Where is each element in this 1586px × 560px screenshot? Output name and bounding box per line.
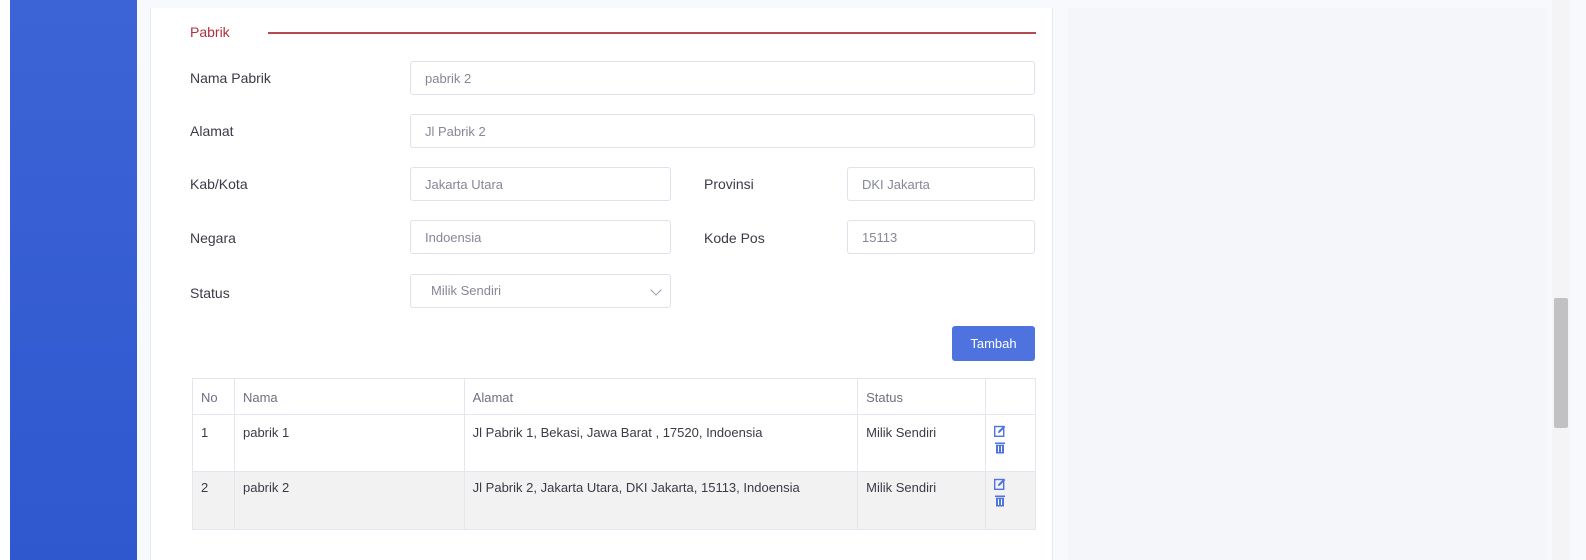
cell-actions <box>985 471 1036 530</box>
edit-icon[interactable] <box>994 478 1006 490</box>
status-label: Status <box>190 285 230 301</box>
section-divider <box>268 32 1036 34</box>
chevron-down-icon <box>650 284 662 296</box>
table-row: 1 pabrik 1 Jl Pabrik 1, Bekasi, Jawa Bar… <box>192 414 1036 472</box>
cell-status: Milik Sendiri <box>857 471 986 530</box>
header-actions <box>985 378 1036 415</box>
cell-no: 1 <box>192 414 235 472</box>
nama-pabrik-input[interactable] <box>410 61 1035 95</box>
header-nama: Nama <box>233 378 465 415</box>
scrollbar-track[interactable] <box>1552 0 1570 560</box>
right-panel <box>1068 8 1546 560</box>
scrollbar-thumb[interactable] <box>1554 298 1568 428</box>
cell-alamat: Jl Pabrik 2, Jakarta Utara, DKI Jakarta,… <box>463 471 859 530</box>
tambah-button[interactable]: Tambah <box>952 326 1035 361</box>
kode-pos-input[interactable] <box>847 220 1035 254</box>
kab-kota-label: Kab/Kota <box>190 176 248 192</box>
cell-actions <box>985 414 1036 472</box>
header-status: Status <box>857 378 986 415</box>
negara-input[interactable] <box>410 220 671 254</box>
cell-no: 2 <box>192 471 235 530</box>
window-edge <box>0 0 10 560</box>
table-header-row: No Nama Alamat Status <box>192 378 1036 415</box>
pabrik-table: No Nama Alamat Status 1 pabrik 1 Jl Pabr… <box>192 378 1036 530</box>
cell-nama: pabrik 1 <box>233 414 465 472</box>
header-alamat: Alamat <box>463 378 859 415</box>
edit-icon[interactable] <box>994 425 1006 437</box>
section-title: Pabrik <box>190 24 230 40</box>
header-no: No <box>192 378 235 415</box>
negara-label: Negara <box>190 230 236 246</box>
cell-status: Milik Sendiri <box>857 414 986 472</box>
trash-icon[interactable] <box>994 495 1006 507</box>
kode-pos-label: Kode Pos <box>704 230 765 246</box>
cell-alamat: Jl Pabrik 1, Bekasi, Jawa Barat , 17520,… <box>463 414 859 472</box>
status-select[interactable]: Milik Sendiri <box>410 274 671 308</box>
kab-kota-input[interactable] <box>410 167 671 201</box>
nama-pabrik-label: Nama Pabrik <box>190 70 271 86</box>
provinsi-label: Provinsi <box>704 176 754 192</box>
alamat-label: Alamat <box>190 123 234 139</box>
provinsi-input[interactable] <box>847 167 1035 201</box>
status-select-value: Milik Sendiri <box>431 283 502 298</box>
section-header: Pabrik <box>190 24 1036 42</box>
cell-nama: pabrik 2 <box>233 471 465 530</box>
table-row: 2 pabrik 2 Jl Pabrik 2, Jakarta Utara, D… <box>192 471 1036 530</box>
sidebar <box>0 0 137 560</box>
alamat-input[interactable] <box>410 114 1035 148</box>
trash-icon[interactable] <box>994 442 1006 454</box>
